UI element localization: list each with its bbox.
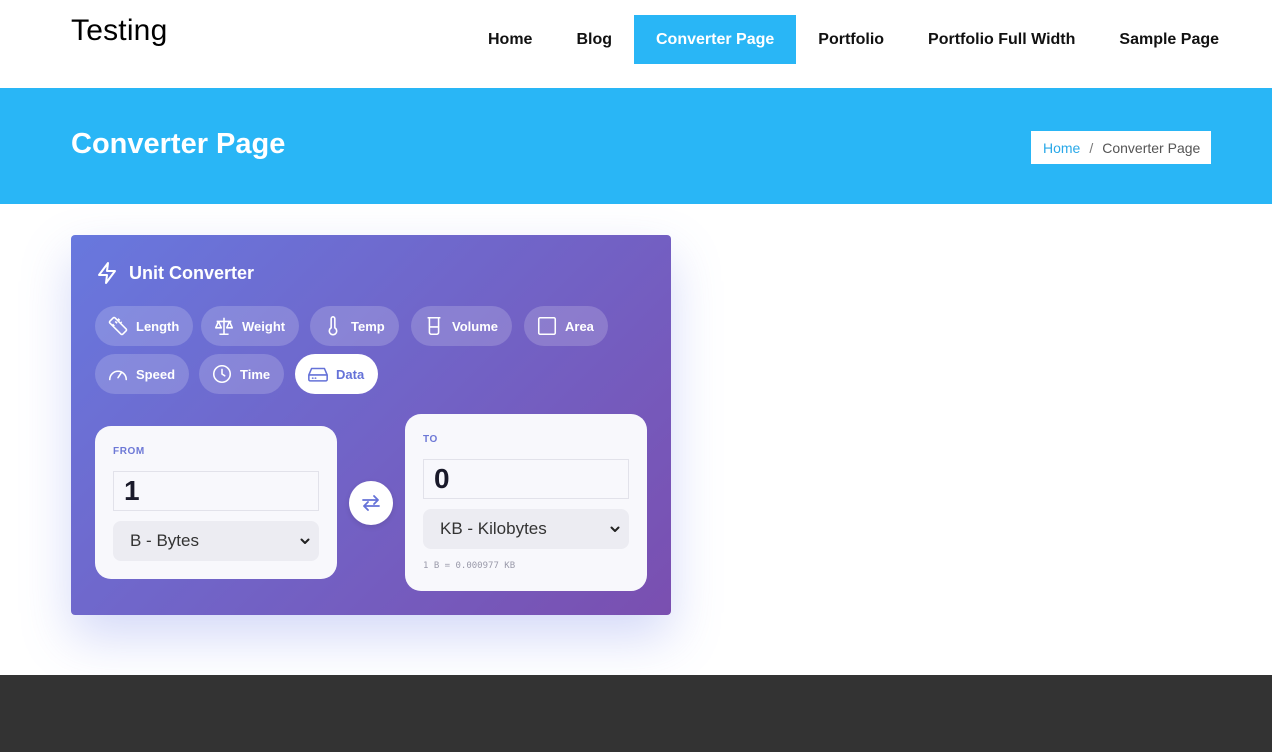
chip-label: Length (136, 318, 180, 334)
category-chip-temp[interactable]: Temp (310, 306, 399, 346)
beaker-icon (427, 316, 441, 336)
chevron-down-icon (610, 526, 620, 532)
category-chip-volume[interactable]: Volume (411, 306, 512, 346)
conversion-formula: 1 B = 0.000977 KB (423, 561, 516, 571)
chip-label: Time (240, 366, 271, 382)
lightning-icon (98, 262, 116, 284)
category-chip-speed[interactable]: Speed (95, 354, 190, 394)
swap-units-button[interactable] (349, 481, 393, 525)
hard-drive-icon (308, 367, 328, 382)
swap-arrows-icon (362, 495, 380, 511)
ruler-icon (108, 316, 128, 336)
category-chip-time[interactable]: Time (199, 354, 285, 394)
speedometer-icon (108, 370, 128, 381)
category-chip-length[interactable]: Length (95, 306, 194, 346)
to-panel: TO 0 KB - Kilobytes 1 B = 0.000977 KB (405, 414, 647, 591)
chip-label: Weight (242, 318, 286, 334)
chip-label: Speed (136, 366, 176, 382)
main-nav: Home Blog Converter Page Portfolio Portf… (466, 15, 1241, 64)
converter-title-text: Unit Converter (129, 262, 255, 283)
converter-title: Unit Converter (95, 261, 254, 285)
site-title[interactable]: Testing (71, 14, 167, 48)
nav-item-sample-page[interactable]: Sample Page (1097, 15, 1241, 64)
breadcrumb: Home / Converter Page (1031, 131, 1211, 164)
site-footer (0, 675, 1272, 752)
chip-label: Temp (351, 318, 385, 334)
square-icon (537, 316, 557, 336)
breadcrumb-separator: / (1089, 139, 1094, 156)
from-unit-value: B - Bytes (130, 531, 199, 550)
site-header: Testing Home Blog Converter Page Portfol… (0, 0, 1272, 88)
from-unit-select[interactable]: B - Bytes (113, 521, 319, 561)
category-chip-data[interactable]: Data (295, 354, 379, 394)
category-chip-area[interactable]: Area (524, 306, 608, 346)
breadcrumb-home-link[interactable]: Home (1043, 140, 1080, 156)
nav-item-converter-page[interactable]: Converter Page (634, 15, 797, 64)
to-label: TO (423, 434, 438, 445)
chip-label: Area (565, 318, 594, 334)
chevron-down-icon (300, 538, 310, 544)
from-panel: FROM 1 B - Bytes (95, 426, 337, 579)
chip-label: Data (336, 366, 365, 382)
nav-item-portfolio[interactable]: Portfolio (796, 15, 906, 64)
nav-item-blog[interactable]: Blog (554, 15, 634, 64)
from-value-input[interactable]: 1 (113, 471, 319, 511)
category-chip-weight[interactable]: Weight (201, 306, 300, 346)
unit-converter-card: Unit Converter Length Weight Temp Volume… (71, 235, 671, 615)
to-unit-select[interactable]: KB - Kilobytes (423, 509, 629, 549)
clock-icon (212, 364, 232, 384)
page-title: Converter Page (71, 128, 286, 160)
chip-label: Volume (452, 318, 498, 334)
page-banner: Converter Page Home / Converter Page (0, 88, 1272, 204)
to-value-output[interactable]: 0 (423, 459, 629, 499)
breadcrumb-current: Converter Page (1102, 139, 1201, 156)
thermometer-icon (328, 316, 338, 336)
scale-icon (214, 317, 234, 336)
nav-item-home[interactable]: Home (466, 15, 554, 64)
from-label: FROM (113, 446, 145, 457)
to-unit-value: KB - Kilobytes (440, 519, 547, 538)
nav-item-portfolio-full-width[interactable]: Portfolio Full Width (906, 15, 1097, 64)
